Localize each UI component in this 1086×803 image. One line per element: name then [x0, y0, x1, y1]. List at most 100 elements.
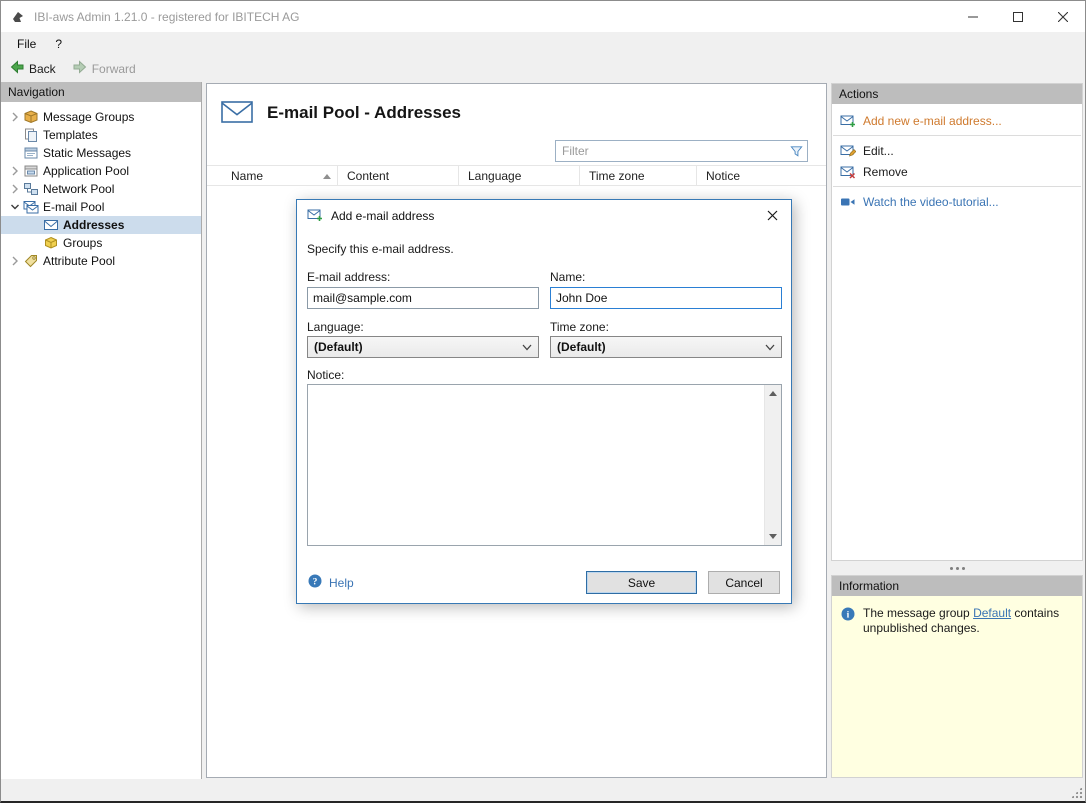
sidebar-item-label: Static Messages	[43, 146, 132, 160]
video-icon	[840, 194, 856, 210]
scroll-down-icon[interactable]	[765, 528, 782, 545]
filter-input[interactable]	[556, 144, 785, 158]
message-groups-icon	[23, 109, 39, 125]
window-title: IBI-aws Admin 1.21.0 - registered for IB…	[34, 9, 300, 24]
status-bar	[1, 779, 1085, 801]
column-header-name[interactable]: Name	[207, 166, 338, 185]
chevron-right-icon[interactable]	[7, 109, 23, 125]
column-label: Name	[231, 168, 264, 183]
forward-button[interactable]: Forward	[72, 59, 136, 78]
page-title: E-mail Pool - Addresses	[267, 103, 461, 122]
column-label: Time zone	[589, 168, 645, 183]
information-body: i The message group Default contains unp…	[832, 596, 1082, 777]
actions-panel: Actions Add new e-mail address... Edit..…	[831, 83, 1083, 561]
filter-icon[interactable]	[785, 144, 807, 159]
chevron-right-icon[interactable]	[7, 181, 23, 197]
column-header-content[interactable]: Content	[338, 166, 459, 185]
column-header-notice[interactable]: Notice	[697, 166, 826, 185]
email-address-field[interactable]	[307, 287, 539, 309]
chevron-right-icon[interactable]	[7, 253, 23, 269]
language-selected-value: (Default)	[314, 340, 363, 354]
navigation-header: Navigation	[1, 82, 201, 102]
edit-action[interactable]: Edit...	[832, 140, 1082, 161]
maximize-button[interactable]	[995, 1, 1040, 32]
right-column: Actions Add new e-mail address... Edit..…	[831, 83, 1083, 778]
navigation-panel: Navigation Message Groups Templates Stat…	[1, 82, 202, 779]
envelope-icon	[43, 217, 59, 233]
sidebar-item-templates[interactable]: Templates	[1, 126, 201, 144]
sidebar-item-static-messages[interactable]: Static Messages	[1, 144, 201, 162]
sidebar-item-attribute-pool[interactable]: Attribute Pool	[1, 252, 201, 270]
video-tutorial-action[interactable]: Watch the video-tutorial...	[832, 191, 1082, 212]
chevron-down-icon[interactable]	[7, 199, 23, 215]
notice-scrollbar[interactable]	[764, 385, 781, 545]
minimize-button[interactable]	[950, 1, 995, 32]
svg-text:?: ?	[313, 578, 318, 588]
envelope-remove-icon	[840, 164, 856, 180]
attribute-pool-icon	[23, 253, 39, 269]
envelope-edit-icon	[840, 143, 856, 159]
language-select[interactable]: (Default)	[307, 336, 539, 358]
help-label: Help	[329, 575, 354, 590]
add-email-address-action[interactable]: Add new e-mail address...	[832, 110, 1082, 131]
panel-splitter[interactable]	[831, 561, 1083, 575]
info-text-before: The message group	[863, 606, 974, 620]
forward-label: Forward	[91, 61, 136, 76]
dialog-title: Add e-mail address	[331, 209, 435, 223]
help-link[interactable]: ? Help	[307, 573, 354, 592]
templates-icon	[23, 127, 39, 143]
chevron-down-icon	[765, 344, 775, 351]
timezone-label: Time zone:	[550, 320, 609, 334]
information-header: Information	[832, 576, 1082, 596]
default-message-group-link[interactable]: Default	[973, 606, 1011, 620]
cancel-button[interactable]: Cancel	[708, 571, 780, 594]
scroll-up-icon[interactable]	[765, 385, 782, 402]
tool-bar: Back Forward	[1, 55, 1085, 82]
application-pool-icon	[23, 163, 39, 179]
chevron-right-icon[interactable]	[7, 163, 23, 179]
table-header: Name Content Language Time zone Notice	[207, 165, 826, 186]
column-label: Notice	[706, 168, 741, 183]
back-button[interactable]: Back	[9, 59, 56, 78]
menu-file[interactable]: File	[17, 37, 36, 51]
menu-bar: File ?	[1, 32, 1085, 55]
action-label: Remove	[863, 164, 908, 179]
language-label: Language:	[307, 320, 364, 334]
separator	[833, 186, 1081, 187]
window-controls	[950, 1, 1085, 32]
column-header-timezone[interactable]: Time zone	[580, 166, 697, 185]
close-button[interactable]	[1040, 1, 1085, 32]
dialog-close-icon[interactable]	[760, 205, 784, 226]
sidebar-item-network-pool[interactable]: Network Pool	[1, 180, 201, 198]
column-header-language[interactable]: Language	[459, 166, 580, 185]
remove-action[interactable]: Remove	[832, 161, 1082, 182]
dialog-description: Specify this e-mail address.	[307, 242, 454, 256]
sidebar-item-label: Addresses	[63, 218, 125, 232]
save-button[interactable]: Save	[586, 571, 697, 594]
menu-help[interactable]: ?	[55, 37, 62, 51]
page-header: E-mail Pool - Addresses	[220, 98, 461, 128]
app-window: IBI-aws Admin 1.21.0 - registered for IB…	[0, 0, 1086, 803]
sidebar-item-label: Message Groups	[43, 110, 135, 124]
sidebar-item-groups[interactable]: Groups	[1, 234, 201, 252]
resize-grip[interactable]	[1070, 786, 1083, 799]
static-messages-icon	[23, 145, 39, 161]
sidebar-item-addresses[interactable]: Addresses	[1, 216, 201, 234]
navigation-tree: Message Groups Templates Static Messages	[1, 102, 201, 270]
sort-ascending-icon	[323, 174, 331, 179]
notice-textarea[interactable]	[307, 384, 782, 546]
name-field[interactable]	[550, 287, 782, 309]
action-label: Watch the video-tutorial...	[863, 194, 999, 209]
help-icon: ?	[307, 573, 323, 592]
envelope-add-icon	[307, 207, 323, 223]
sidebar-item-application-pool[interactable]: Application Pool	[1, 162, 201, 180]
sidebar-item-message-groups[interactable]: Message Groups	[1, 108, 201, 126]
title-bar[interactable]: IBI-aws Admin 1.21.0 - registered for IB…	[1, 1, 1085, 32]
sidebar-item-email-pool[interactable]: E-mail Pool	[1, 198, 201, 216]
column-label: Content	[347, 168, 390, 183]
timezone-select[interactable]: (Default)	[550, 336, 782, 358]
info-icon: i	[840, 606, 856, 626]
